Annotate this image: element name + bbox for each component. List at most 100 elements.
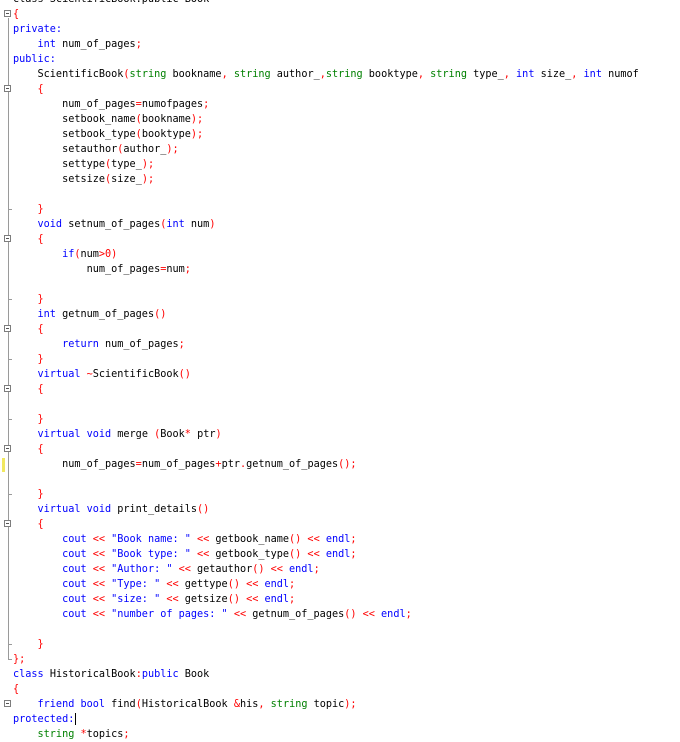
code-line[interactable]: {: [13, 442, 680, 457]
code-token: setbook_type: [13, 129, 136, 140]
code-line[interactable]: setbook_type(booktype);: [13, 127, 680, 142]
code-line[interactable]: string *topics;: [13, 727, 680, 742]
code-line[interactable]: {: [13, 517, 680, 532]
code-token: }: [13, 489, 44, 500]
code-token: <<: [92, 609, 112, 620]
code-token: virtual void: [13, 504, 118, 515]
code-line[interactable]: cout << "number of pages: " << getnum_of…: [13, 607, 680, 622]
code-token: num_of_pages: [13, 264, 161, 275]
code-token: virtual: [13, 369, 87, 380]
code-token: HistoricalBook: [49, 669, 136, 680]
code-line[interactable]: friend bool find(HistoricalBook &his, st…: [13, 697, 680, 712]
code-line[interactable]: virtual void print_details(): [13, 502, 680, 517]
code-line[interactable]: protected:: [13, 712, 680, 727]
fold-minus-icon[interactable]: [4, 85, 11, 92]
code-line[interactable]: }: [13, 352, 680, 367]
fold-end-icon: [8, 296, 12, 300]
code-token: );: [141, 159, 155, 170]
code-line[interactable]: virtual ~ScientificBook(): [13, 367, 680, 382]
code-token: getsize: [184, 594, 228, 605]
code-token: numof: [608, 69, 639, 80]
fold-minus-icon[interactable]: [4, 700, 11, 707]
code-line[interactable]: cout << "Author: " << getauthor() << end…: [13, 562, 680, 577]
code-line[interactable]: [13, 472, 680, 487]
fold-minus-icon[interactable]: [4, 445, 11, 452]
fold-minus-icon[interactable]: [4, 235, 11, 242]
code-token: getbook_name: [215, 534, 290, 545]
code-token: ScientificBook: [13, 69, 124, 80]
code-line[interactable]: int num_of_pages;: [13, 37, 680, 52]
code-line[interactable]: {: [13, 232, 680, 247]
code-editor[interactable]: class ScientificBook:public Book {private…: [0, 0, 680, 740]
code-token: int: [516, 69, 541, 80]
code-line[interactable]: {: [13, 322, 680, 337]
code-line[interactable]: }: [13, 487, 680, 502]
code-token: num: [166, 264, 185, 275]
code-line[interactable]: [13, 277, 680, 292]
code-line[interactable]: setsize(size_);: [13, 172, 680, 187]
code-line[interactable]: num_of_pages=numofpages;: [13, 97, 680, 112]
code-token: <<: [92, 564, 112, 575]
code-line[interactable]: public:: [13, 52, 680, 67]
code-token: "number of pages: ": [111, 609, 234, 620]
code-token: his: [239, 699, 259, 710]
code-line[interactable]: return num_of_pages;: [13, 337, 680, 352]
code-line[interactable]: ScientificBook(string bookname, string a…: [13, 67, 680, 82]
code-line[interactable]: {: [13, 82, 680, 97]
code-line[interactable]: }: [13, 412, 680, 427]
code-token: getnum_of_pages: [246, 459, 339, 470]
code-line[interactable]: }: [13, 637, 680, 652]
code-line[interactable]: class ScientificBook:public Book: [13, 0, 680, 7]
code-line[interactable]: {: [13, 7, 680, 22]
code-line[interactable]: class HistoricalBook:public Book: [13, 667, 680, 682]
code-token: size_: [540, 69, 572, 80]
code-area[interactable]: class ScientificBook:public Book {private…: [13, 0, 680, 742]
code-line[interactable]: virtual void merge (Book* ptr): [13, 427, 680, 442]
code-token: );: [141, 174, 155, 185]
code-line[interactable]: [13, 622, 680, 637]
fold-minus-icon[interactable]: [4, 10, 11, 17]
code-token: string: [129, 69, 173, 80]
code-line[interactable]: int getnum_of_pages(): [13, 307, 680, 322]
fold-minus-icon[interactable]: [4, 385, 11, 392]
change-marker-icon: [2, 458, 5, 472]
code-line[interactable]: num_of_pages=num;: [13, 262, 680, 277]
code-token: bookname: [141, 114, 191, 125]
code-token: HistoricalBook: [141, 699, 234, 710]
code-token: string: [270, 699, 314, 710]
code-token: () <<: [227, 579, 265, 590]
code-line[interactable]: num_of_pages=num_of_pages+ptr.getnum_of_…: [13, 457, 680, 472]
code-line[interactable]: cout << "Type: " << gettype() << endl;: [13, 577, 680, 592]
code-token: string: [325, 69, 369, 80]
code-line[interactable]: };: [13, 652, 680, 667]
code-line[interactable]: [13, 187, 680, 202]
code-token: ;: [350, 549, 357, 560]
code-token: );: [166, 144, 179, 155]
code-line[interactable]: cout << "Book type: " << getbook_type() …: [13, 547, 680, 562]
code-token: getnum_of_pages: [62, 309, 155, 320]
code-line[interactable]: void setnum_of_pages(int num): [13, 217, 680, 232]
code-line[interactable]: setauthor(author_);: [13, 142, 680, 157]
code-token: ;: [289, 579, 296, 590]
code-line[interactable]: settype(type_);: [13, 157, 680, 172]
code-token: "size: ": [111, 594, 167, 605]
fold-minus-icon[interactable]: [4, 520, 11, 527]
code-token: num: [80, 249, 99, 260]
code-token: author_: [276, 69, 320, 80]
code-line[interactable]: if(num>0): [13, 247, 680, 262]
code-line[interactable]: {: [13, 682, 680, 697]
code-token: <<: [92, 579, 112, 590]
code-line[interactable]: }: [13, 292, 680, 307]
code-line[interactable]: cout << "Book name: " << getbook_name() …: [13, 532, 680, 547]
code-token: settype: [13, 159, 106, 170]
fold-minus-icon[interactable]: [4, 325, 11, 332]
code-token: () <<: [289, 549, 326, 560]
code-token: num_of_pages: [141, 459, 216, 470]
code-line[interactable]: [13, 397, 680, 412]
code-token: ;: [405, 609, 412, 620]
code-line[interactable]: cout << "size: " << getsize() << endl;: [13, 592, 680, 607]
code-line[interactable]: setbook_name(bookname);: [13, 112, 680, 127]
code-line[interactable]: private:: [13, 22, 680, 37]
code-line[interactable]: {: [13, 382, 680, 397]
code-line[interactable]: }: [13, 202, 680, 217]
